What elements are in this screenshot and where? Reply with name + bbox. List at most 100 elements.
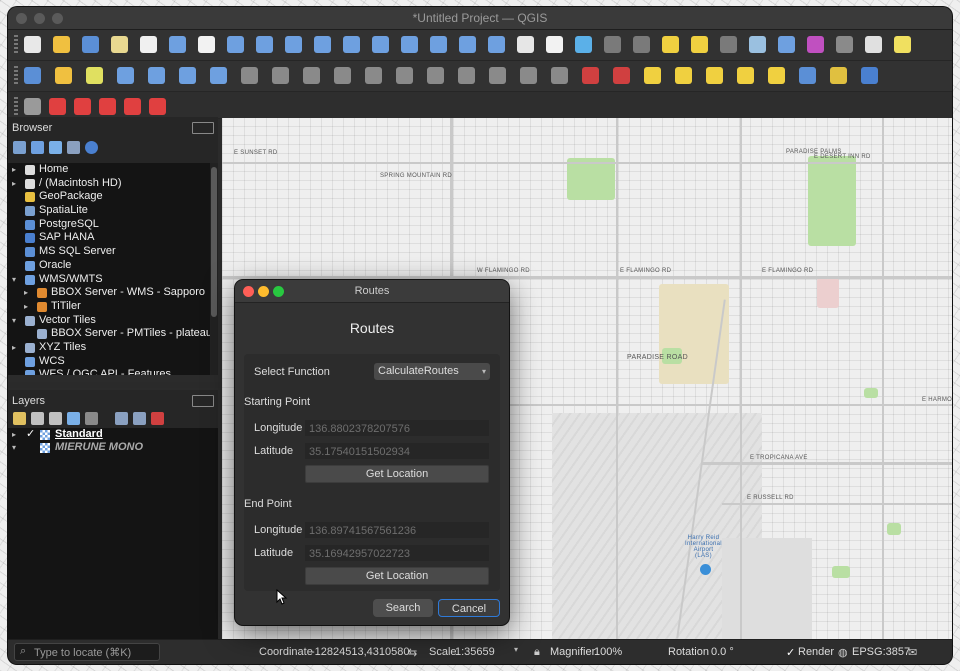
expand-icon[interactable]: ▾ bbox=[12, 441, 16, 454]
toolbar-grip[interactable] bbox=[14, 66, 18, 86]
toolbar-tool-icon[interactable] bbox=[124, 98, 141, 115]
toolbar-tool-icon[interactable] bbox=[49, 98, 66, 115]
toolbar-tool-icon[interactable] bbox=[520, 67, 537, 84]
search-button[interactable]: Search bbox=[373, 599, 433, 617]
crs-value[interactable]: EPSG:3857 bbox=[852, 646, 910, 658]
scale-field[interactable]: 1:35659 ▾ bbox=[452, 643, 522, 659]
toolbar-tool-icon[interactable] bbox=[210, 67, 227, 84]
toolbar-tool-icon[interactable] bbox=[427, 67, 444, 84]
toolbar-tool-icon[interactable] bbox=[24, 36, 41, 53]
remove-layer-icon[interactable] bbox=[151, 412, 164, 425]
refresh-icon[interactable] bbox=[31, 141, 44, 154]
toolbar-tool-icon[interactable] bbox=[149, 98, 166, 115]
toolbar-tool-icon[interactable] bbox=[53, 36, 70, 53]
collapse-all-icon[interactable] bbox=[67, 141, 80, 154]
toolbar-tool-icon[interactable] bbox=[430, 36, 447, 53]
browser-item[interactable]: ▸ TiTiler bbox=[8, 300, 210, 314]
toolbar-tool-icon[interactable] bbox=[227, 36, 244, 53]
start-longitude-field[interactable]: 136.8802378207576 bbox=[305, 420, 489, 436]
toolbar-tool-icon[interactable] bbox=[459, 36, 476, 53]
expand-right-icon[interactable]: ▸ bbox=[12, 163, 16, 177]
toolbar-tool-icon[interactable] bbox=[675, 67, 692, 84]
toolbar-tool-icon[interactable] bbox=[334, 67, 351, 84]
expand-right-icon[interactable]: ▸ bbox=[12, 177, 16, 191]
browser-item[interactable]: GeoPackage bbox=[8, 190, 210, 204]
locate-search-box[interactable]: ⌕ Type to locate (⌘K) bbox=[14, 643, 160, 661]
toolbar-tool-icon[interactable] bbox=[303, 67, 320, 84]
toolbar-tool-icon[interactable] bbox=[633, 36, 650, 53]
browser-item[interactable]: ▸ / (Macintosh HD) bbox=[8, 177, 210, 191]
toolbar-tool-icon[interactable] bbox=[737, 67, 754, 84]
browser-item[interactable]: SAP HANA bbox=[8, 231, 210, 245]
toolbar-tool-icon[interactable] bbox=[644, 67, 661, 84]
toolbar-tool-icon[interactable] bbox=[24, 98, 41, 115]
toolbar-tool-icon[interactable] bbox=[55, 67, 72, 84]
toolbar-tool-icon[interactable] bbox=[111, 36, 128, 53]
add-group-icon[interactable] bbox=[31, 412, 44, 425]
toolbar-tool-icon[interactable] bbox=[117, 67, 134, 84]
render-checkbox[interactable]: ✓ bbox=[786, 646, 795, 659]
scrollbar-thumb[interactable] bbox=[211, 167, 217, 317]
start-get-location-button[interactable]: Get Location bbox=[305, 465, 489, 483]
info-icon[interactable] bbox=[85, 141, 98, 154]
toolbar-tool-icon[interactable] bbox=[458, 67, 475, 84]
panel-float-close-icon[interactable] bbox=[192, 395, 214, 407]
style-manager-icon[interactable] bbox=[13, 412, 26, 425]
browser-item[interactable]: ▾ Vector Tiles bbox=[8, 314, 210, 328]
expand-icon[interactable]: ▸ bbox=[12, 428, 16, 441]
magnifier-field[interactable]: 100% bbox=[591, 643, 653, 659]
toolbar-tool-icon[interactable] bbox=[198, 36, 215, 53]
browser-item[interactable]: ▸ Home bbox=[8, 163, 210, 177]
toolbar-tool-icon[interactable] bbox=[706, 67, 723, 84]
toolbar-tool-icon[interactable] bbox=[517, 36, 534, 53]
filter-legend-icon[interactable] bbox=[67, 412, 80, 425]
toolbar-tool-icon[interactable] bbox=[836, 36, 853, 53]
toolbar-tool-icon[interactable] bbox=[86, 67, 103, 84]
toolbar-tool-icon[interactable] bbox=[582, 67, 599, 84]
start-latitude-field[interactable]: 35.17540151502934 bbox=[305, 443, 489, 459]
toolbar-tool-icon[interactable] bbox=[24, 67, 41, 84]
toolbar-tool-icon[interactable] bbox=[691, 36, 708, 53]
layer-item[interactable]: ▾ MIERUNE MONO bbox=[8, 441, 218, 454]
toolbar-tool-icon[interactable] bbox=[179, 67, 196, 84]
toolbar-tool-icon[interactable] bbox=[99, 98, 116, 115]
toolbar-tool-icon[interactable] bbox=[551, 67, 568, 84]
toolbar-tool-icon[interactable] bbox=[74, 98, 91, 115]
end-get-location-button[interactable]: Get Location bbox=[305, 567, 489, 585]
toolbar-tool-icon[interactable] bbox=[489, 67, 506, 84]
toolbar-tool-icon[interactable] bbox=[272, 67, 289, 84]
expand-down-icon[interactable]: ▾ bbox=[12, 314, 16, 328]
toolbar-tool-icon[interactable] bbox=[778, 36, 795, 53]
toolbar-tool-icon[interactable] bbox=[256, 36, 273, 53]
expand-right-icon[interactable]: ▸ bbox=[12, 341, 16, 355]
coordinate-field[interactable]: -12824513,4310580 bbox=[308, 643, 409, 659]
browser-item[interactable]: SpatiaLite bbox=[8, 204, 210, 218]
toolbar-tool-icon[interactable] bbox=[807, 36, 824, 53]
crs-globe-icon[interactable]: ◍ bbox=[838, 646, 848, 659]
toolbar-tool-icon[interactable] bbox=[140, 36, 157, 53]
toolbar-tool-icon[interactable] bbox=[343, 36, 360, 53]
expand-down-icon[interactable]: ▾ bbox=[12, 273, 16, 287]
end-latitude-field[interactable]: 35.16942957022723 bbox=[305, 545, 489, 561]
toolbar-tool-icon[interactable] bbox=[546, 36, 563, 53]
toolbar-tool-icon[interactable] bbox=[241, 67, 258, 84]
toolbar-tool-icon[interactable] bbox=[749, 36, 766, 53]
toolbar-tool-icon[interactable] bbox=[372, 36, 389, 53]
toolbar-tool-icon[interactable] bbox=[662, 36, 679, 53]
browser-item[interactable]: ▾ WMS/WMTS bbox=[8, 273, 210, 287]
toolbar-tool-icon[interactable] bbox=[768, 67, 785, 84]
toolbar-grip[interactable] bbox=[14, 97, 18, 117]
browser-item[interactable]: WFS / OGC API - Features bbox=[8, 368, 210, 375]
toolbar-tool-icon[interactable] bbox=[604, 36, 621, 53]
messages-icon[interactable]: ✉ bbox=[908, 646, 917, 659]
toolbar-tool-icon[interactable] bbox=[894, 36, 911, 53]
layer-visibility-checkbox[interactable]: ✓ bbox=[26, 428, 35, 441]
toolbar-grip[interactable] bbox=[14, 35, 18, 55]
layer-item[interactable]: ▸ ✓ Standard bbox=[8, 428, 218, 441]
toolbar-tool-icon[interactable] bbox=[575, 36, 592, 53]
expand-all-icon[interactable] bbox=[115, 412, 128, 425]
toolbar-tool-icon[interactable] bbox=[401, 36, 418, 53]
expand-right-icon[interactable]: ▸ bbox=[24, 286, 28, 300]
cancel-button[interactable]: Cancel bbox=[438, 599, 500, 617]
extents-toggle-icon[interactable]: ⇆ bbox=[408, 646, 417, 659]
